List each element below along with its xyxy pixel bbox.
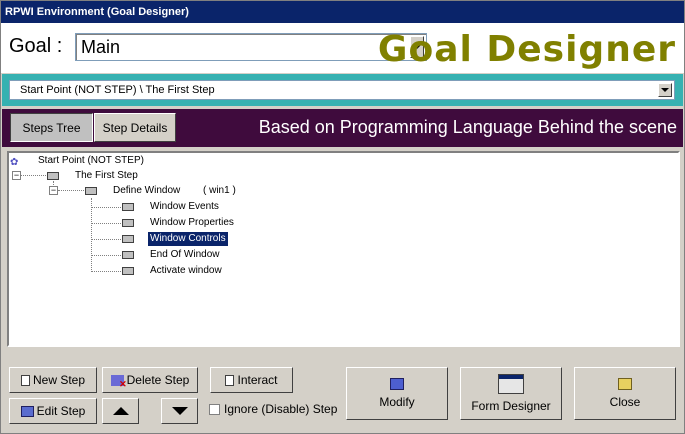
- chevron-down-icon: [661, 88, 669, 92]
- tree-connector: [58, 190, 84, 191]
- edit-icon: [20, 405, 34, 417]
- collapse-icon[interactable]: −: [12, 171, 21, 180]
- step-path-value: Start Point (NOT STEP) \ The First Step: [20, 84, 215, 96]
- tree-node-label-selected: Window Controls: [148, 232, 228, 246]
- modify-label: Modify: [379, 395, 415, 409]
- step-icon: [122, 251, 134, 259]
- step-path-select[interactable]: Start Point (NOT STEP) \ The First Step: [9, 80, 675, 100]
- move-up-button[interactable]: [102, 398, 139, 424]
- tree-connector: [91, 255, 121, 256]
- collapse-icon[interactable]: −: [49, 186, 58, 195]
- interact-button[interactable]: Interact: [210, 367, 293, 393]
- delete-icon: [110, 374, 127, 390]
- step-path-bar: Start Point (NOT STEP) \ The First Step: [2, 74, 683, 106]
- step-icon: [122, 203, 134, 211]
- close-button[interactable]: Close: [574, 367, 676, 420]
- ignore-step-checkbox-row[interactable]: Ignore (Disable) Step: [209, 402, 337, 416]
- action-panel: New Step Delete Step Interact Edit Step …: [2, 349, 683, 433]
- ignore-step-checkbox[interactable]: [209, 403, 220, 415]
- modify-button[interactable]: Modify: [346, 367, 448, 420]
- brand-title: Goal Designer: [377, 29, 676, 70]
- step-icon: [122, 235, 134, 243]
- ignore-step-label: Ignore (Disable) Step: [224, 402, 338, 416]
- start-point-icon: ✿: [10, 157, 19, 168]
- tree-connector: [21, 175, 46, 176]
- tab-bar: Steps Tree Step Details Based on Program…: [2, 109, 683, 147]
- tree-connector: [91, 239, 121, 240]
- tab-steps-tree[interactable]: Steps Tree: [10, 113, 93, 142]
- tree-connector: [91, 198, 92, 272]
- edit-step-label: Edit Step: [36, 404, 86, 418]
- tree-node-label: End Of Window: [150, 249, 220, 260]
- step-icon: [122, 267, 134, 275]
- tree-connector: [91, 207, 121, 208]
- tree-node-label: Window Events: [150, 201, 219, 212]
- tree-node-label: The First Step: [75, 170, 138, 181]
- goal-select[interactable]: Main: [75, 33, 427, 61]
- step-icon: [85, 187, 97, 195]
- modify-icon: [390, 378, 404, 390]
- window-title-bar: RPWI Environment (Goal Designer): [1, 1, 684, 23]
- goal-bar: Goal : Main Goal Designer: [1, 23, 684, 73]
- form-designer-icon: [498, 374, 524, 394]
- arrow-up-icon: [112, 407, 129, 415]
- path-dropdown-button[interactable]: [658, 83, 672, 97]
- tree-node-argument: ( win1 ): [203, 185, 236, 196]
- tree-node-label: Start Point (NOT STEP): [38, 155, 144, 166]
- step-icon: [122, 219, 134, 227]
- form-designer-label: Form Designer: [471, 399, 551, 413]
- app-window: RPWI Environment (Goal Designer) Goal : …: [0, 0, 685, 434]
- tree-node-label: Define Window: [113, 185, 181, 196]
- step-icon: [47, 172, 59, 180]
- new-step-label: New Step: [32, 373, 86, 387]
- tree-node-label: Activate window: [150, 265, 222, 276]
- delete-step-label: Delete Step: [126, 373, 190, 387]
- interact-document-icon: [225, 374, 235, 386]
- new-step-button[interactable]: New Step: [9, 367, 97, 393]
- banner-text: Based on Programming Language Behind the…: [258, 117, 677, 137]
- steps-tree[interactable]: ✿ Start Point (NOT STEP) − The First Ste…: [7, 151, 680, 347]
- interact-label: Interact: [237, 373, 278, 387]
- goal-select-value: Main: [81, 37, 121, 57]
- tree-connector: [91, 223, 121, 224]
- goal-label: Goal :: [9, 35, 63, 57]
- tree-connector: [91, 271, 121, 272]
- form-designer-button[interactable]: Form Designer: [460, 367, 562, 420]
- arrow-down-icon: [171, 407, 188, 415]
- close-label: Close: [609, 395, 641, 409]
- move-down-button[interactable]: [161, 398, 198, 424]
- tab-step-details[interactable]: Step Details: [94, 113, 176, 142]
- close-folder-icon: [618, 378, 632, 390]
- tree-node-label: Window Properties: [150, 217, 234, 228]
- delete-step-button[interactable]: Delete Step: [102, 367, 198, 393]
- edit-step-button[interactable]: Edit Step: [9, 398, 97, 424]
- new-document-icon: [20, 374, 30, 386]
